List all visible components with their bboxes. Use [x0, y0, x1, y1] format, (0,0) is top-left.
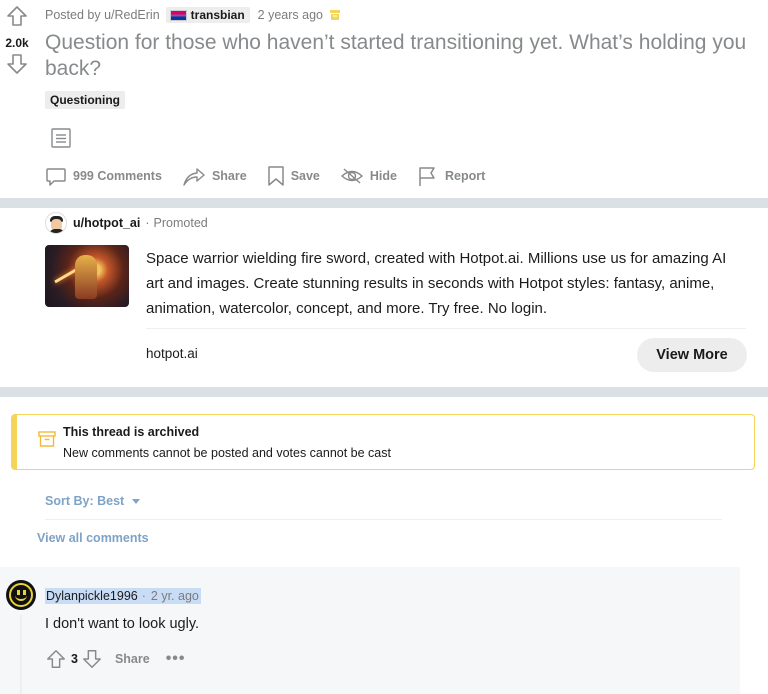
hide-eye-icon [340, 168, 363, 184]
comment-share-button[interactable]: Share [115, 652, 150, 666]
vote-column: 2.0k [0, 4, 34, 76]
promoted-header: u/hotpot_ai · Promoted [45, 212, 208, 234]
post-title[interactable]: Question for those who haven’t started t… [45, 30, 757, 82]
report-button[interactable]: Report [417, 165, 485, 187]
advertiser-avatar[interactable] [45, 212, 67, 234]
promoted-label: Promoted [153, 216, 208, 230]
share-icon [183, 168, 205, 186]
ad-thumbnail[interactable] [45, 245, 129, 307]
save-button[interactable]: Save [267, 165, 320, 187]
comment: Dylanpickle1996 · 2 yr. ago I don't want… [0, 567, 740, 694]
downvote-icon[interactable] [5, 52, 29, 76]
post: 2.0k Posted by u/RedErin transbian 2 yea… [0, 0, 768, 198]
commenter-username[interactable]: Dylanpickle1996 [45, 588, 139, 604]
section-divider [0, 198, 768, 208]
comment-separator: · [138, 588, 149, 604]
archived-title: This thread is archived [63, 425, 200, 439]
posted-by[interactable]: Posted by u/RedErin [45, 8, 160, 22]
comments-label: 999 Comments [73, 169, 162, 183]
post-actions: 999 Comments Share Save Hide Report [45, 165, 505, 187]
archive-box-icon [38, 431, 56, 447]
save-label: Save [290, 169, 320, 183]
advertiser-username[interactable]: u/hotpot_ai [73, 216, 140, 230]
commenter-avatar[interactable] [6, 580, 36, 610]
hide-button[interactable]: Hide [340, 166, 397, 186]
sort-label: Sort By: Best [45, 494, 125, 508]
archive-icon [330, 10, 340, 20]
flag-icon [169, 9, 187, 21]
user-flair-text: transbian [190, 8, 245, 22]
share-button[interactable]: Share [182, 165, 247, 187]
ad-domain[interactable]: hotpot.ai [146, 346, 198, 361]
sort-dropdown[interactable]: Sort By: Best [45, 494, 141, 508]
report-label: Report [444, 169, 486, 183]
section-divider [0, 387, 768, 397]
upvote-icon[interactable] [5, 4, 29, 28]
comment-icon [46, 168, 66, 186]
upvote-icon[interactable] [45, 648, 67, 670]
text-post-icon [51, 128, 71, 148]
comment-meta: Dylanpickle1996 · 2 yr. ago [45, 588, 201, 604]
post-flair[interactable]: Questioning [45, 91, 125, 109]
share-label: Share [211, 169, 247, 183]
more-options-icon[interactable]: ••• [166, 651, 186, 667]
hide-label: Hide [369, 169, 397, 183]
archived-notice: This thread is archived New comments can… [11, 414, 755, 470]
user-flair: transbian [165, 7, 250, 23]
comment-time[interactable]: 2 yr. ago [148, 588, 201, 604]
sort-divider [45, 519, 722, 520]
thread-line[interactable] [20, 615, 22, 694]
ad-separator [146, 328, 746, 329]
post-meta: Posted by u/RedErin transbian 2 years ag… [45, 7, 341, 23]
downvote-icon[interactable] [81, 648, 103, 670]
post-vote-score: 2.0k [5, 36, 29, 50]
archived-subtitle: New comments cannot be posted and votes … [63, 446, 391, 460]
ad-text[interactable]: Space warrior wielding fire sword, creat… [146, 246, 746, 321]
comment-body: I don't want to look ugly. [45, 616, 200, 632]
bookmark-icon [267, 166, 284, 186]
post-time[interactable]: 2 years ago [258, 8, 323, 22]
caret-down-icon [132, 498, 141, 504]
flag-report-icon [419, 167, 435, 186]
comments-button[interactable]: 999 Comments [45, 165, 162, 187]
comment-score: 3 [71, 652, 78, 666]
promoted-separator: · [145, 216, 150, 230]
comment-actions: 3 Share ••• [45, 648, 186, 670]
view-all-comments-link[interactable]: View all comments [37, 531, 149, 545]
view-more-button[interactable]: View More [637, 338, 747, 372]
